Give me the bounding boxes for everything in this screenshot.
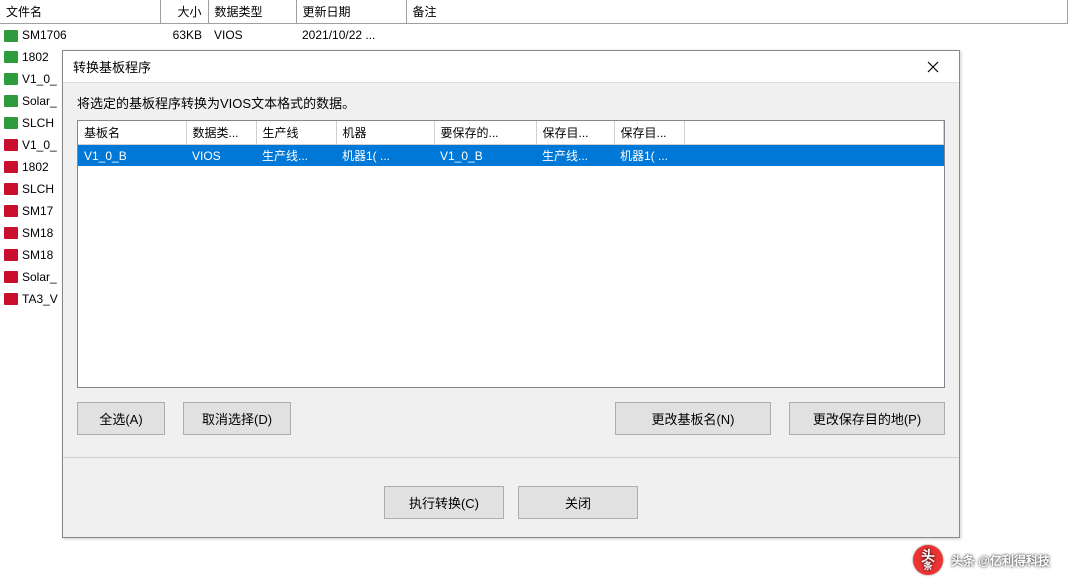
dialog-table: 基板名 数据类... 生产线 机器 要保存的... 保存目... 保存目... … [78,121,944,166]
file-name: SLCH [22,182,54,196]
file-remark [406,24,1068,46]
col-header-remark[interactable]: 备注 [406,0,1068,24]
file-name: Solar_ [22,94,57,108]
file-name: 1802 [22,50,49,64]
dlg-col-machine[interactable]: 机器 [336,121,434,145]
file-icon [4,205,18,217]
cell-machine: 机器1( ... [336,145,434,167]
cell-datatype: VIOS [186,145,256,167]
dlg-col-boardname[interactable]: 基板名 [78,121,186,145]
select-all-button[interactable]: 全选(A) [77,402,165,435]
file-icon [4,73,18,85]
watermark-text: 头条 @亿利得科技 [951,552,1050,569]
divider [63,457,959,458]
file-icon [4,51,18,63]
convert-dialog: 转换基板程序 将选定的基板程序转换为VIOS文本格式的数据。 基板名 数据类..… [62,50,960,538]
change-destination-button[interactable]: 更改保存目的地(P) [789,402,945,435]
file-icon [4,249,18,261]
col-header-date[interactable]: 更新日期 [296,0,406,24]
execute-button[interactable]: 执行转换(C) [384,486,504,519]
file-name: TA3_V [22,292,58,306]
file-name: V1_0_ [22,138,57,152]
col-header-filename[interactable]: 文件名 [0,0,160,24]
cell-line: 生产线... [256,145,336,167]
file-name: SM1706 [22,28,67,42]
file-date: 2021/10/22 ... [296,24,406,46]
cell-boardname: V1_0_B [78,145,186,167]
cell-savedest1: 生产线... [536,145,614,167]
file-icon [4,30,18,42]
col-header-size[interactable]: 大小 [160,0,208,24]
cell-savedest2: 机器1( ... [614,145,684,167]
dialog-titlebar[interactable]: 转换基板程序 [63,51,959,83]
deselect-button[interactable]: 取消选择(D) [183,402,291,435]
file-name: SLCH [22,116,54,130]
dialog-row[interactable]: V1_0_B VIOS 生产线... 机器1( ... V1_0_B 生产线..… [78,145,944,167]
file-icon [4,161,18,173]
file-icon [4,139,18,151]
change-boardname-button[interactable]: 更改基板名(N) [615,402,771,435]
watermark: 头条 头条 @亿利得科技 [913,545,1050,575]
file-name: Solar_ [22,270,57,284]
dialog-title: 转换基板程序 [73,57,151,76]
dialog-table-container: 基板名 数据类... 生产线 机器 要保存的... 保存目... 保存目... … [77,120,945,388]
close-button[interactable]: 关闭 [518,486,638,519]
cell-savename: V1_0_B [434,145,536,167]
dlg-col-savedest1[interactable]: 保存目... [536,121,614,145]
file-size: 63KB [160,24,208,46]
close-icon[interactable] [917,55,949,79]
file-type: VIOS [208,24,296,46]
file-name: SM17 [22,204,53,218]
dlg-col-savename[interactable]: 要保存的... [434,121,536,145]
dialog-description: 将选定的基板程序转换为VIOS文本格式的数据。 [77,93,945,112]
file-icon [4,95,18,107]
dlg-col-line[interactable]: 生产线 [256,121,336,145]
file-icon [4,117,18,129]
dlg-col-savedest2[interactable]: 保存目... [614,121,684,145]
file-icon [4,183,18,195]
file-name: 1802 [22,160,49,174]
file-icon [4,271,18,283]
dlg-col-datatype[interactable]: 数据类... [186,121,256,145]
watermark-icon: 头条 [913,545,943,575]
col-header-type[interactable]: 数据类型 [208,0,296,24]
file-name: V1_0_ [22,72,57,86]
file-row[interactable]: SM1706 63KB VIOS 2021/10/22 ... [0,24,1068,46]
file-name: SM18 [22,226,53,240]
file-icon [4,227,18,239]
file-name: SM18 [22,248,53,262]
file-icon [4,293,18,305]
